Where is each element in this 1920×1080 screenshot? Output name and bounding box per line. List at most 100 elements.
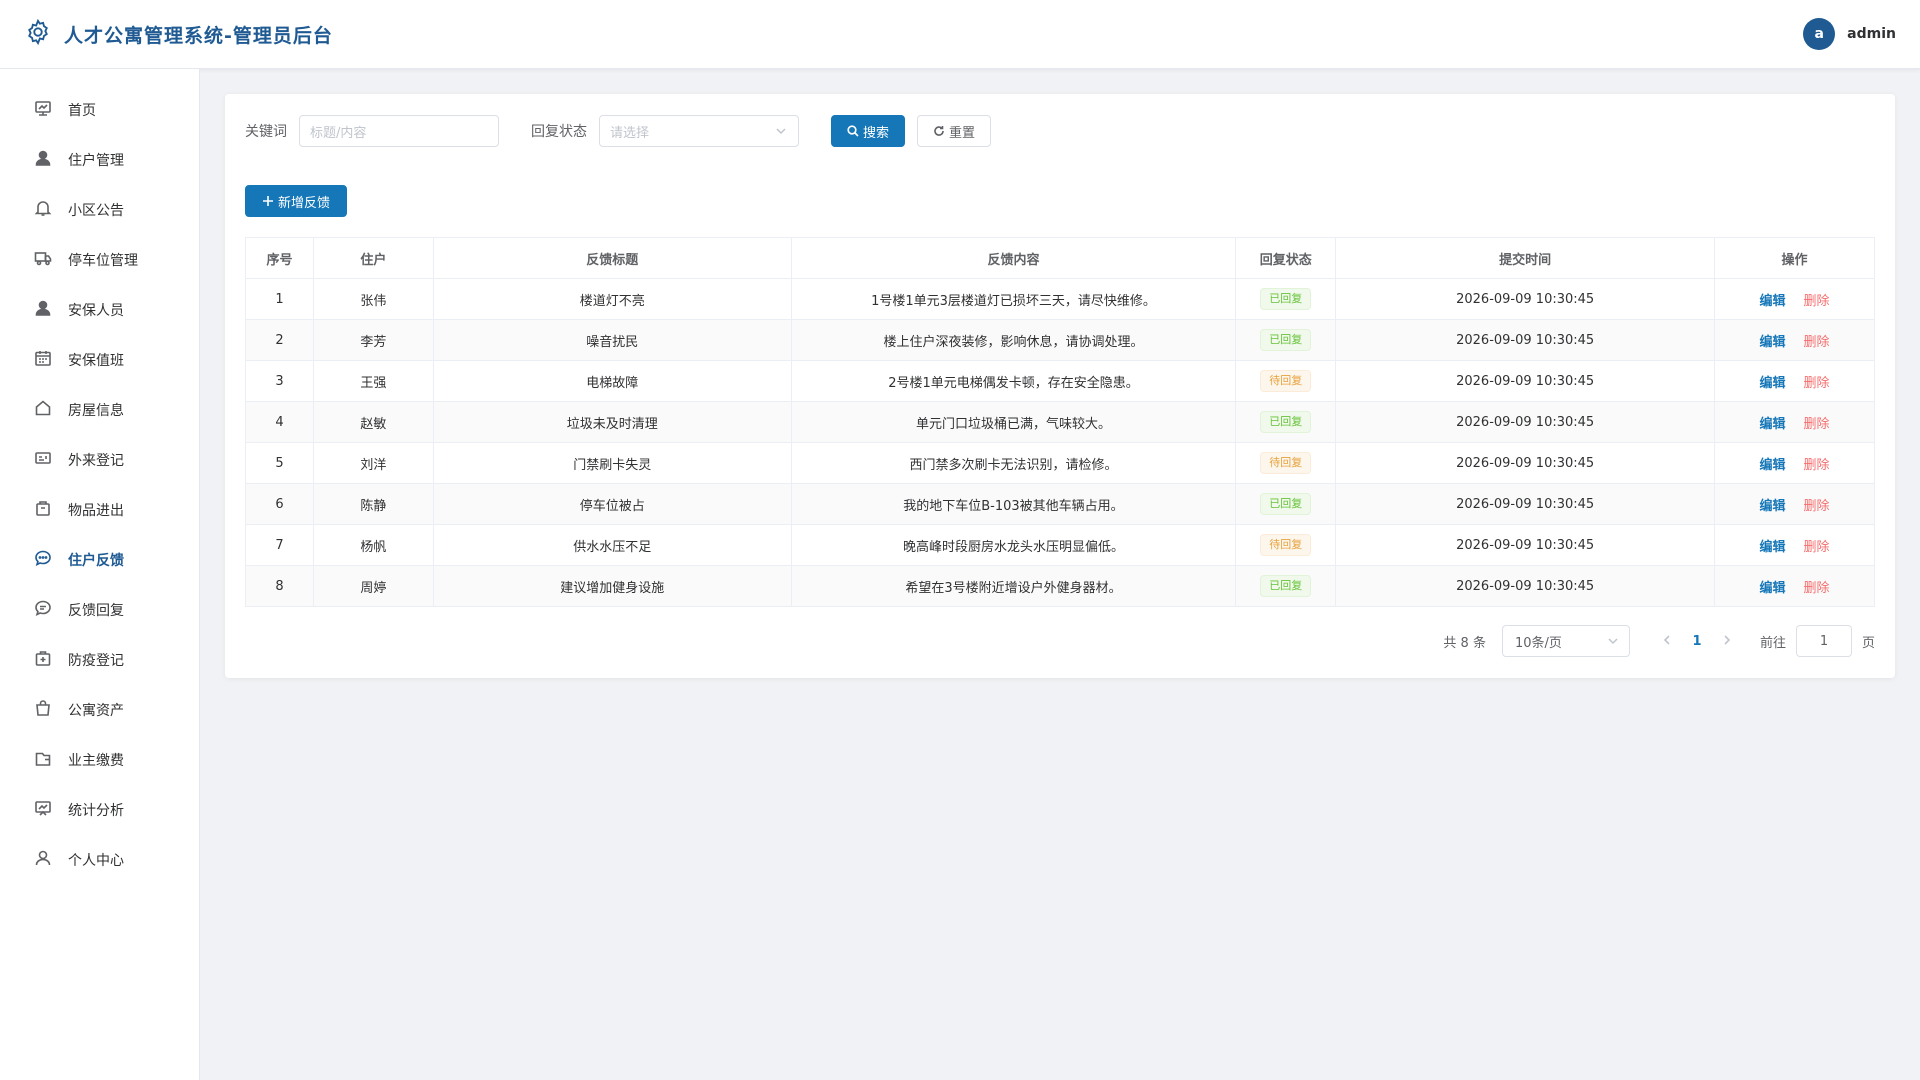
user-filled-icon [34, 299, 52, 321]
filter-bar: 关键词 标题/内容 回复状态 请选择 搜索 重置 [245, 115, 991, 147]
sidebar-item-assets[interactable]: 公寓资产 [0, 685, 199, 735]
delete-button[interactable]: 删除 [1804, 294, 1830, 309]
col-header-actions: 操作 [1714, 237, 1875, 279]
refresh-icon [934, 126, 944, 136]
delete-button[interactable]: 删除 [1804, 458, 1830, 473]
page-size-select[interactable]: 10条/页 [1501, 625, 1630, 657]
status-badge: 待回复 [1260, 452, 1312, 474]
edit-button[interactable]: 编辑 [1760, 335, 1786, 350]
cell-status: 已回复 [1235, 278, 1337, 320]
sidebar-item-label: 反馈回复 [68, 603, 124, 619]
keyword-input[interactable]: 标题/内容 [299, 115, 499, 147]
cell-time: 2026-09-09 10:30:45 [1335, 360, 1716, 402]
cell-actions: 编辑 删除 [1714, 319, 1875, 361]
cell-status: 待回复 [1235, 360, 1337, 402]
sidebar-item-visitors[interactable]: 外来登记 [0, 435, 199, 485]
edit-button[interactable]: 编辑 [1760, 581, 1786, 596]
calendar-icon [34, 349, 52, 371]
cell-time: 2026-09-09 10:30:45 [1335, 483, 1716, 525]
cell-resident: 刘洋 [312, 442, 434, 484]
feedback-panel: 关键词 标题/内容 回复状态 请选择 搜索 重置 新增反馈 序号 住户 反馈标题… [225, 94, 1895, 678]
sidebar-item-residents[interactable]: 住户管理 [0, 135, 199, 185]
sidebar-item-label: 公寓资产 [68, 703, 124, 719]
sidebar-item-feedback-reply[interactable]: 反馈回复 [0, 585, 199, 635]
status-badge: 待回复 [1260, 370, 1312, 392]
cell-content: 晚高峰时段厨房水龙头水压明显偏低。 [790, 524, 1237, 566]
search-button[interactable]: 搜索 [831, 115, 905, 147]
user-icon [34, 849, 52, 871]
truck-icon [34, 249, 52, 271]
cell-actions: 编辑 删除 [1714, 524, 1875, 566]
col-header-no: 序号 [245, 237, 314, 279]
sidebar-item-profile[interactable]: 个人中心 [0, 835, 199, 885]
sidebar-item-feedback[interactable]: 住户反馈 [0, 535, 199, 585]
sidebar-item-security-staff[interactable]: 安保人员 [0, 285, 199, 335]
user-menu[interactable]: a admin [1803, 18, 1896, 50]
page-number-current[interactable]: 1 [1682, 634, 1712, 649]
username[interactable]: admin [1847, 26, 1896, 42]
cell-no: 8 [245, 565, 314, 607]
status-select[interactable]: 请选择 [599, 115, 799, 147]
sidebar-item-label: 停车位管理 [68, 253, 138, 269]
cell-content: 2号楼1单元电梯偶发卡顿，存在安全隐患。 [790, 360, 1237, 402]
sidebar-item-statistics[interactable]: 统计分析 [0, 785, 199, 835]
edit-button[interactable]: 编辑 [1760, 458, 1786, 473]
status-badge: 已回复 [1260, 575, 1312, 597]
search-button-label: 搜索 [862, 125, 889, 141]
reset-button[interactable]: 重置 [917, 115, 991, 147]
add-feedback-button[interactable]: 新增反馈 [245, 185, 347, 217]
edit-button[interactable]: 编辑 [1760, 376, 1786, 391]
cell-status: 已回复 [1235, 565, 1337, 607]
keyword-placeholder: 标题/内容 [310, 125, 367, 141]
sidebar-item-goods[interactable]: 物品进出 [0, 485, 199, 535]
plus-icon [262, 196, 273, 206]
sidebar-item-notices[interactable]: 小区公告 [0, 185, 199, 235]
status-badge: 待回复 [1260, 534, 1312, 556]
cell-time: 2026-09-09 10:30:45 [1335, 278, 1716, 320]
edit-button[interactable]: 编辑 [1760, 540, 1786, 555]
sidebar-item-epidemic[interactable]: 防疫登记 [0, 635, 199, 685]
avatar[interactable]: a [1803, 18, 1836, 50]
bell-icon [34, 199, 52, 221]
pagination-total: 共 8 条 [1443, 635, 1486, 651]
sidebar-item-houses[interactable]: 房屋信息 [0, 385, 199, 435]
edit-button[interactable]: 编辑 [1760, 499, 1786, 514]
delete-button[interactable]: 删除 [1804, 376, 1830, 391]
status-badge: 已回复 [1260, 288, 1312, 310]
sidebar-item-home[interactable]: 首页 [0, 85, 199, 135]
status-badge: 已回复 [1260, 329, 1312, 351]
delete-button[interactable]: 删除 [1804, 540, 1830, 555]
sidebar-item-parking[interactable]: 停车位管理 [0, 235, 199, 285]
sidebar-item-label: 房屋信息 [68, 403, 124, 419]
goto-page-input[interactable]: 1 [1795, 625, 1852, 657]
delete-button[interactable]: 删除 [1804, 499, 1830, 514]
sidebar-item-label: 业主缴费 [68, 753, 124, 769]
cell-resident: 陈静 [312, 483, 434, 525]
table-row: 2 李芳 噪音扰民 楼上住户深夜装修，影响休息，请协调处理。 已回复 2026-09-09… [245, 319, 1875, 361]
cell-time: 2026-09-09 10:30:45 [1335, 442, 1716, 484]
cell-time: 2026-09-09 10:30:45 [1335, 401, 1716, 443]
edit-button[interactable]: 编辑 [1760, 294, 1786, 309]
delete-button[interactable]: 删除 [1804, 581, 1830, 596]
bag-icon [34, 699, 52, 721]
sidebar-item-label: 首页 [68, 103, 96, 119]
cell-title: 楼道灯不亮 [432, 278, 792, 320]
page-suffix: 页 [1861, 635, 1875, 651]
sidebar-item-label: 住户反馈 [68, 553, 124, 569]
sidebar-item-payments[interactable]: 业主缴费 [0, 735, 199, 785]
table-row: 8 周婷 建议增加健身设施 希望在3号楼附近增设户外健身器材。 已回复 2026-09-0… [245, 565, 1875, 607]
next-page-button[interactable] [1712, 634, 1742, 649]
edit-button[interactable]: 编辑 [1760, 417, 1786, 432]
cell-no: 3 [245, 360, 314, 402]
cell-title: 电梯故障 [432, 360, 792, 402]
sidebar-item-security-duty[interactable]: 安保值班 [0, 335, 199, 385]
delete-button[interactable]: 删除 [1804, 417, 1830, 432]
col-header-status: 回复状态 [1235, 237, 1337, 279]
house-icon [34, 399, 52, 421]
cell-actions: 编辑 删除 [1714, 442, 1875, 484]
delete-button[interactable]: 删除 [1804, 335, 1830, 350]
chat-icon [34, 549, 52, 571]
sidebar-item-label: 个人中心 [68, 853, 124, 869]
prev-page-button[interactable] [1652, 634, 1682, 649]
keyword-label: 关键词 [245, 124, 287, 140]
